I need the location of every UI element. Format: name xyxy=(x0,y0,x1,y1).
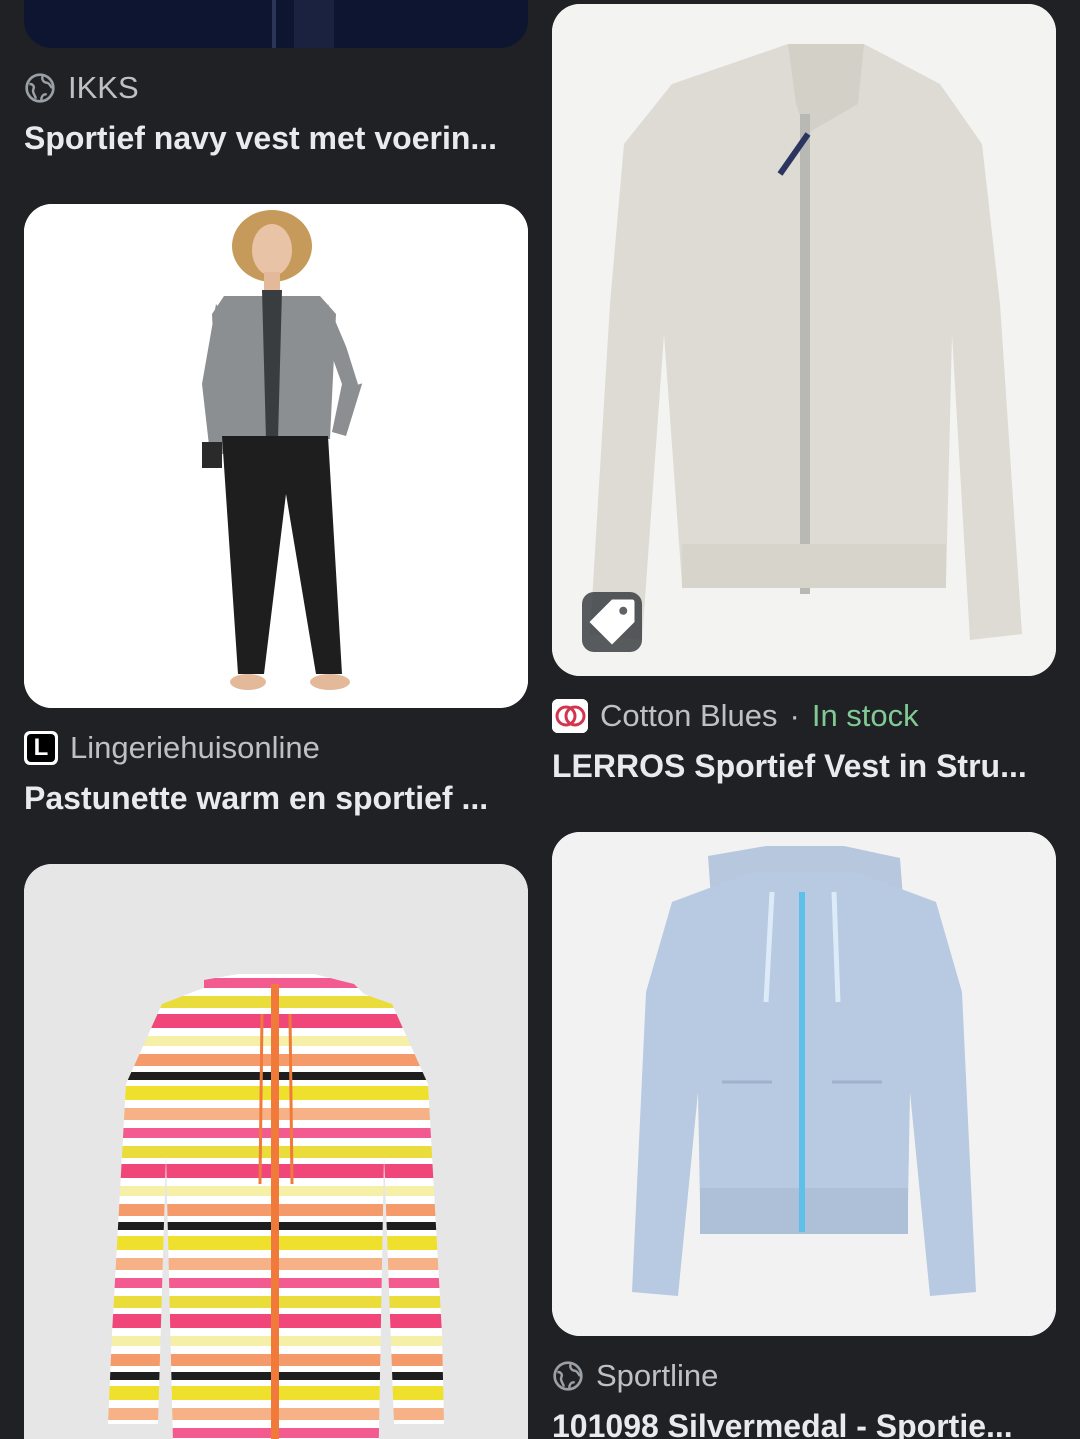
source-name: Lingeriehuisonline xyxy=(70,730,320,765)
image-results-grid: IKKS Sportief navy vest met voerin... L … xyxy=(0,0,1080,1439)
result-card-cotton-blues[interactable]: Cotton Blues · In stock LERROS Sportief … xyxy=(540,0,1080,800)
source-name: Sportline xyxy=(596,1358,719,1393)
result-title[interactable]: Pastunette warm en sportief ... xyxy=(24,780,514,817)
source-name: IKKS xyxy=(68,70,139,105)
result-image[interactable] xyxy=(24,864,528,1439)
stock-status: In stock xyxy=(811,698,919,733)
result-card-lingeriehuisonline[interactable]: L Lingeriehuisonline Pastunette warm en … xyxy=(0,200,540,840)
globe-icon xyxy=(553,1361,583,1391)
result-card-sportline[interactable]: Sportline 101098 Silvermedal - Sportie..… xyxy=(540,828,1080,1439)
lingeriehuis-favicon-icon: L xyxy=(24,731,58,765)
separator: · xyxy=(789,698,800,733)
cotton-blues-favicon-icon xyxy=(552,699,588,733)
result-source: Cotton Blues · In stock xyxy=(552,696,919,736)
result-source: IKKS xyxy=(24,68,139,108)
result-source: Sportline xyxy=(552,1356,718,1396)
globe-icon xyxy=(25,73,55,103)
source-name: Cotton Blues xyxy=(600,698,778,733)
price-tag-icon[interactable] xyxy=(582,592,642,652)
result-title[interactable]: LERROS Sportief Vest in Stru... xyxy=(552,748,1042,785)
result-image[interactable] xyxy=(24,204,528,708)
result-title[interactable]: Sportief navy vest met voerin... xyxy=(24,120,514,157)
result-image[interactable] xyxy=(552,832,1056,1336)
result-title[interactable]: 101098 Silvermedal - Sportie... xyxy=(552,1408,1042,1439)
result-source: L Lingeriehuisonline xyxy=(24,728,320,768)
favicon-letter: L xyxy=(27,734,55,762)
result-card-ikks[interactable]: IKKS Sportief navy vest met voerin... xyxy=(0,0,540,190)
result-image[interactable] xyxy=(552,4,1056,676)
result-image[interactable] xyxy=(24,0,528,48)
result-card-striped-hoodie[interactable] xyxy=(0,860,540,1439)
